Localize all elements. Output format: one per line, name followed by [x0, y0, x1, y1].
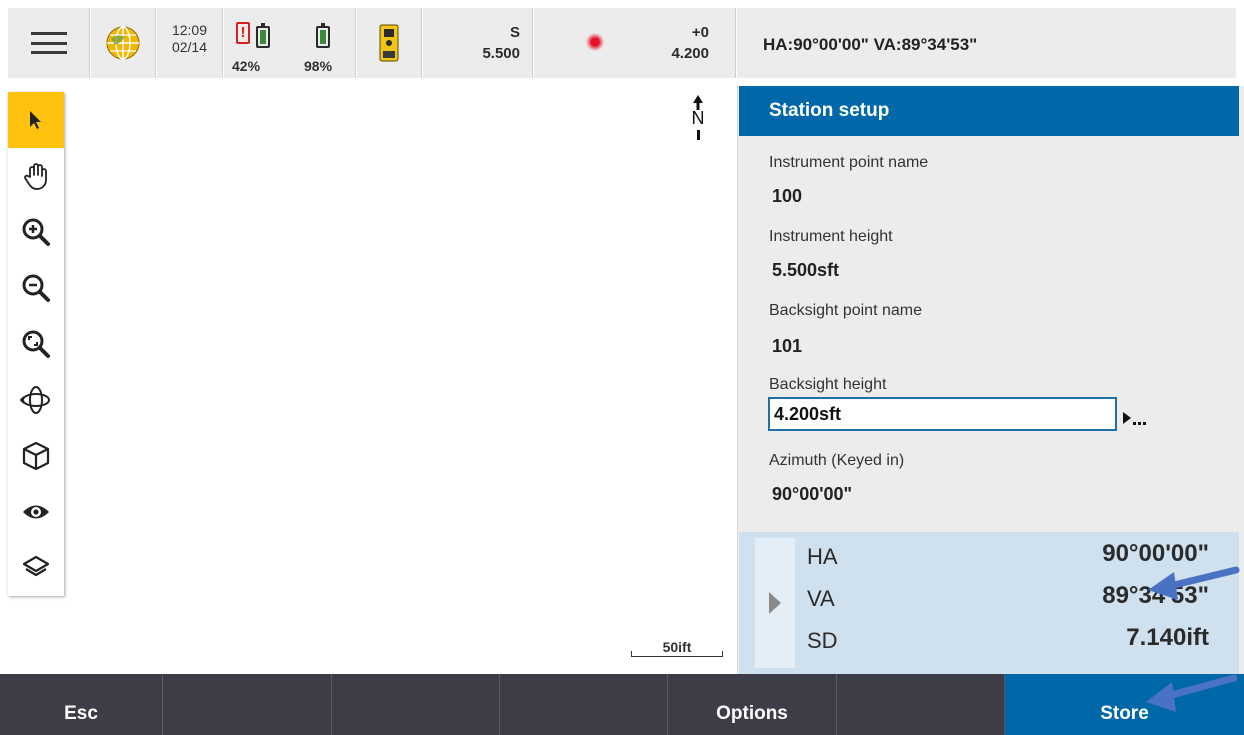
battery-instrument-percent: 98%	[304, 58, 333, 74]
observation-key: HA	[807, 544, 838, 569]
zoom-extents-button[interactable]	[8, 316, 64, 372]
scale-line	[631, 651, 723, 657]
map-view[interactable]: N 50ift	[0, 86, 737, 674]
visibility-button[interactable]	[8, 484, 64, 540]
angle-readout[interactable]: HA:90°00'00" VA:89°34'53"	[737, 8, 1236, 78]
prism-height: 4.200	[671, 45, 709, 62]
orbit-button[interactable]	[8, 372, 64, 428]
backsight-height-label: Backsight height	[769, 376, 887, 393]
popup-arrow-menu-icon	[1123, 412, 1146, 425]
backsight-point-name-value[interactable]: 101	[772, 336, 802, 357]
clock-date: 02/14	[171, 39, 208, 55]
softkey-empty-1	[163, 674, 332, 735]
backsight-height-popup-button[interactable]	[1121, 408, 1151, 428]
softkey-empty-2	[332, 674, 500, 735]
pan-tool-button[interactable]	[8, 148, 64, 204]
zoom-in-icon	[22, 218, 50, 246]
battery-controller-percent: 42%	[232, 58, 261, 74]
softkey-bar: Esc Options Store	[0, 674, 1244, 735]
prism-constant: +0	[691, 24, 709, 41]
job-status-button[interactable]	[91, 8, 156, 78]
select-arrow-icon	[30, 111, 41, 129]
north-label: N	[691, 108, 705, 128]
instrument-point-name-value[interactable]: 100	[772, 186, 802, 207]
scale-bar: 50ift	[631, 639, 723, 659]
instrument-height-label: Instrument height	[769, 228, 893, 245]
pan-hand-icon	[24, 163, 47, 190]
options-button[interactable]: Options	[668, 674, 837, 735]
north-arrow: N	[686, 94, 710, 150]
total-station-icon	[379, 24, 399, 62]
azimuth-value[interactable]: 90°00'00"	[772, 484, 852, 505]
layers-button[interactable]	[8, 540, 64, 596]
status-bar: 12:09 02/14 ! 42% 98% S 5.500 +0 4.200 H…	[0, 0, 1244, 86]
callout-arrow-va	[1148, 566, 1240, 600]
observation-key: VA	[807, 586, 835, 611]
instrument-height-value[interactable]: 5.500sft	[772, 260, 839, 281]
prism-target-button[interactable]: +0 4.200	[534, 8, 736, 78]
zoom-out-button[interactable]	[8, 260, 64, 316]
esc-button[interactable]: Esc	[0, 674, 163, 735]
zoom-in-button[interactable]	[8, 204, 64, 260]
softkey-empty-3	[500, 674, 668, 735]
expand-triangle-icon	[769, 592, 781, 614]
battery-status[interactable]: ! 42% 98%	[224, 8, 356, 78]
layers-icon	[22, 555, 50, 577]
observation-value: 7.140ift	[1126, 624, 1209, 651]
select-tool-button[interactable]	[8, 92, 64, 148]
globe-icon	[106, 26, 140, 60]
ha-va-text: HA:90°00'00" VA:89°34'53"	[763, 35, 978, 54]
instrument-button[interactable]	[357, 8, 422, 78]
hamburger-menu-icon	[30, 32, 67, 54]
backsight-height-input[interactable]	[768, 397, 1117, 431]
clock-time: 12:09	[171, 22, 208, 38]
instrument-point-name-label: Instrument point name	[769, 154, 929, 171]
observation-row-sd: SD 7.140ift	[807, 622, 1217, 662]
view-cube-button[interactable]	[8, 428, 64, 484]
map-toolbar	[8, 92, 64, 596]
battery-instrument-icon	[316, 23, 330, 48]
target-label: S	[509, 24, 520, 41]
3d-view-cube-icon	[22, 441, 50, 471]
prism-readout: +0 4.200	[671, 22, 709, 64]
date-time-display: 12:09 02/14	[157, 8, 223, 78]
observation-expand-button[interactable]	[755, 538, 795, 668]
observation-key: SD	[807, 628, 838, 653]
zoom-out-icon	[22, 274, 50, 302]
battery-controller-icon	[256, 23, 270, 48]
laser-pointer-icon	[586, 33, 604, 51]
target-height: 5.500	[482, 45, 520, 62]
menu-button[interactable]	[8, 8, 90, 78]
callout-arrow-store	[1146, 674, 1238, 712]
panel-title: Station setup	[739, 86, 1239, 136]
orbit-icon	[20, 386, 50, 414]
zoom-extents-icon	[22, 330, 50, 358]
softkey-empty-4	[837, 674, 1005, 735]
azimuth-label: Azimuth (Keyed in)	[769, 452, 905, 469]
backsight-point-name-label: Backsight point name	[769, 302, 922, 319]
battery-warning-icon: !	[236, 22, 250, 44]
visibility-eye-icon	[23, 505, 49, 519]
target-button[interactable]: S 5.500	[423, 8, 533, 78]
